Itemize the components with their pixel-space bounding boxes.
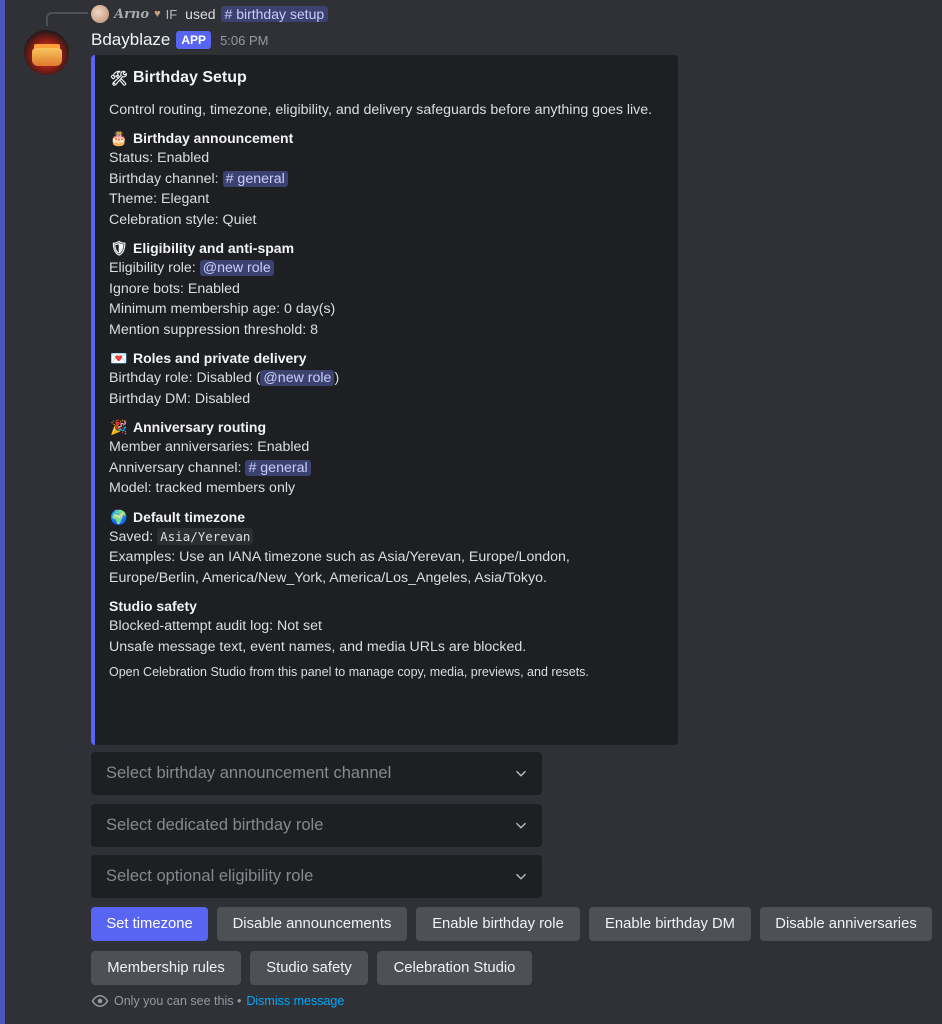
select-placeholder: Select dedicated birthday role [106, 816, 324, 834]
setup-embed: 🛠 Birthday Setup Control routing, timezo… [91, 55, 678, 745]
section-heading: 🎂 Birthday announcement [109, 128, 662, 148]
section-heading: Studio safety [109, 596, 662, 616]
section-heading-text: Roles and private delivery [133, 350, 307, 366]
message-timestamp[interactable]: 5:06 PM [220, 33, 268, 48]
enable-birthday-role-button[interactable]: Enable birthday role [416, 907, 580, 941]
embed-title-text: Birthday Setup [133, 69, 247, 86]
section-roles-delivery: 💌 Roles and private delivery Birthday ro… [109, 348, 662, 409]
section-studio-safety: Studio safety Blocked-attempt audit log:… [109, 596, 662, 657]
timezone-examples: Examples: Use an IANA timezone such as A… [109, 549, 570, 586]
unsafe-blocked: Unsafe message text, event names, and me… [109, 638, 527, 655]
reply-user-tag: IF [165, 6, 178, 22]
celebration-studio-button[interactable]: Celebration Studio [377, 951, 532, 985]
select-eligibility-role[interactable]: Select optional eligibility role [91, 855, 542, 898]
cake-icon: 🎂 [110, 130, 128, 146]
announcement-channel-line: Birthday channel: # general [109, 169, 662, 190]
ephemeral-text: Only you can see this • [114, 994, 242, 1008]
reply-context[interactable]: Arno ♥ IF used # birthday setup [91, 4, 329, 24]
announcement-status: Status: Enabled [109, 150, 210, 166]
timezone-saved-value: Asia/Yerevan [157, 527, 254, 545]
studio-safety-button[interactable]: Studio safety [250, 951, 368, 985]
member-anniversaries: Member anniversaries: Enabled [109, 439, 310, 455]
embed-title: 🛠 Birthday Setup [109, 67, 662, 89]
anniversary-channel-label: Anniversary channel: [109, 459, 242, 476]
eligibility-role-line: Eligibility role: @new role [109, 258, 662, 279]
channel-label: Birthday channel: [109, 170, 219, 187]
enable-birthday-dm-button[interactable]: Enable birthday DM [589, 907, 751, 941]
min-membership-age: Minimum membership age: 0 day(s) [109, 301, 336, 317]
birthday-role-prefix: Birthday role: Disabled ( [109, 370, 261, 386]
reply-used-text: used [185, 6, 216, 22]
section-heading-text: Birthday announcement [133, 130, 294, 146]
dismiss-message-link[interactable]: Dismiss message [246, 994, 344, 1008]
disable-announcements-button[interactable]: Disable announcements [217, 907, 407, 941]
party-popper-icon: 🎉 [110, 419, 128, 435]
timezone-saved-line: Saved: Asia/Yerevan [109, 527, 662, 548]
timezone-saved-label: Saved: [109, 528, 154, 545]
section-birthday-announcement: 🎂 Birthday announcement Status: Enabled … [109, 128, 662, 230]
bot-avatar[interactable] [24, 30, 69, 75]
eligibility-role-label: Eligibility role: [109, 260, 196, 276]
chevron-down-icon [516, 873, 526, 879]
section-heading: 🌍 Default timezone [109, 507, 662, 527]
section-timezone: 🌍 Default timezone Saved: Asia/Yerevan E… [109, 507, 662, 589]
section-anniversary: 🎉 Anniversary routing Member anniversari… [109, 417, 662, 499]
role-mention-new-role[interactable]: @new role [199, 260, 274, 276]
announcement-style: Celebration style: Quiet [109, 211, 257, 228]
channel-mention-general[interactable]: # general [245, 459, 311, 476]
cake-icon [31, 47, 62, 66]
embed-description: Control routing, timezone, eligibility, … [109, 102, 653, 118]
birthday-role-suffix: ) [334, 370, 340, 386]
audit-log: Blocked-attempt audit log: Not set [109, 618, 322, 634]
channel-mention-general[interactable]: # general [222, 170, 288, 187]
chevron-down-icon [516, 822, 526, 828]
section-heading-text: Studio safety [109, 598, 197, 614]
section-heading: 🛡 Eligibility and anti-spam [109, 238, 662, 258]
command-mention[interactable]: # birthday setup [220, 6, 329, 22]
select-announcement-channel[interactable]: Select birthday announcement channel [91, 752, 542, 795]
chevron-down-icon [516, 770, 526, 776]
set-timezone-button[interactable]: Set timezone [91, 907, 208, 941]
heart-icon: ♥ [154, 8, 161, 20]
embed-footer: Open Celebration Studio from this panel … [109, 665, 589, 679]
select-placeholder: Select birthday announcement channel [106, 764, 392, 782]
globe-icon: 🌍 [110, 508, 128, 525]
reply-spine [46, 12, 88, 26]
birthday-role-line: Birthday role: Disabled (@new role) [109, 368, 662, 389]
anniversary-channel-line: Anniversary channel: # general [109, 458, 662, 479]
section-heading-text: Anniversary routing [133, 419, 267, 435]
section-heading: 🎉 Anniversary routing [109, 417, 662, 437]
announcement-theme: Theme: Elegant [109, 191, 210, 207]
section-heading: 💌 Roles and private delivery [109, 348, 662, 368]
bot-name[interactable]: Bdayblaze [91, 30, 170, 50]
reply-user-name[interactable]: Arno [114, 7, 149, 22]
tools-icon: 🛠 [110, 70, 128, 86]
section-heading-text: Eligibility and anti-spam [133, 240, 295, 256]
love-letter-icon: 💌 [110, 350, 128, 366]
eye-icon [91, 994, 109, 1008]
message-header: Bdayblaze APP 5:06 PM [91, 30, 269, 50]
section-eligibility: 🛡 Eligibility and anti-spam Eligibility … [109, 238, 662, 340]
role-mention-new-role[interactable]: @new role [260, 370, 335, 386]
anniversary-model: Model: tracked members only [109, 480, 296, 496]
reply-user-avatar[interactable] [91, 5, 109, 23]
ignore-bots: Ignore bots: Enabled [109, 280, 240, 297]
section-heading-text: Default timezone [133, 508, 246, 525]
select-birthday-role[interactable]: Select dedicated birthday role [91, 804, 542, 847]
shield-icon: 🛡 [110, 240, 128, 256]
select-placeholder: Select optional eligibility role [106, 867, 314, 885]
birthday-dm: Birthday DM: Disabled [109, 390, 251, 407]
disable-anniversaries-button[interactable]: Disable anniversaries [760, 907, 932, 941]
ephemeral-notice: Only you can see this • Dismiss message [91, 994, 344, 1008]
mention-threshold: Mention suppression threshold: 8 [109, 321, 318, 338]
membership-rules-button[interactable]: Membership rules [91, 951, 241, 985]
app-badge: APP [176, 31, 212, 49]
